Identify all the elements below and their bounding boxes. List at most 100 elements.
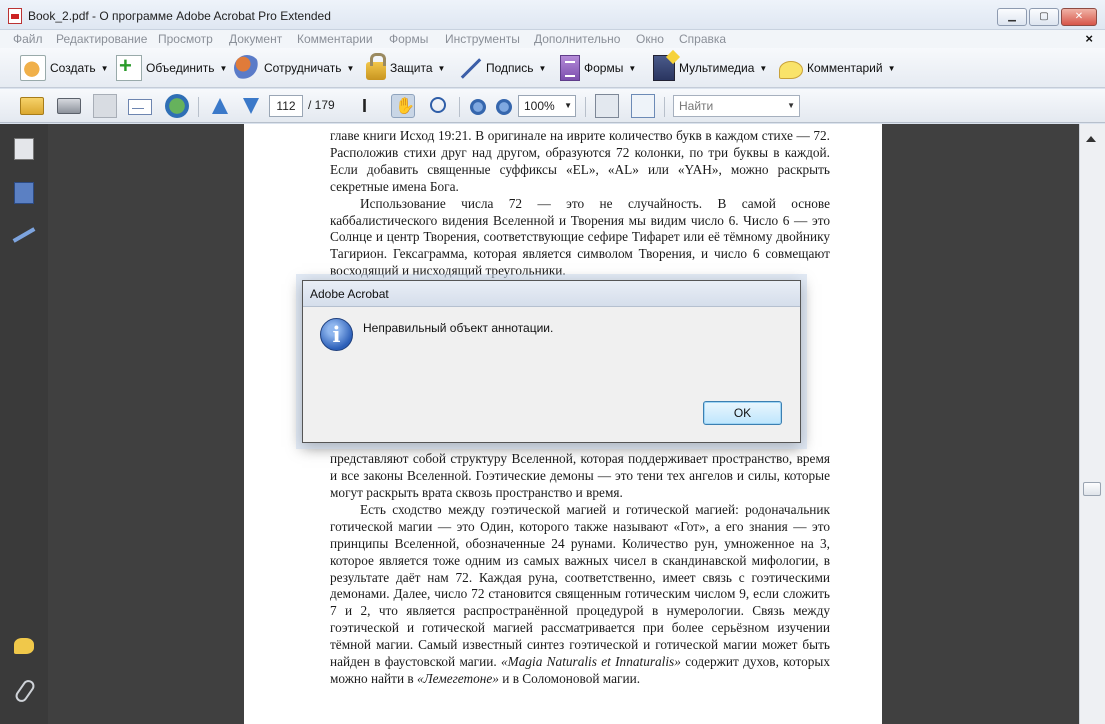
dialog-title-bar: Adobe Acrobat bbox=[303, 281, 800, 307]
paragraph: представляют собой структуру Вселенной, … bbox=[330, 451, 830, 500]
multimedia-label: Мультимедиа bbox=[679, 61, 755, 75]
scroll-up-arrow-icon[interactable] bbox=[1086, 136, 1096, 142]
sign-label: Подпись bbox=[486, 61, 534, 75]
fit-width-icon[interactable] bbox=[631, 94, 655, 118]
create-label: Создать bbox=[50, 61, 96, 75]
zoom-in-icon[interactable] bbox=[496, 99, 512, 115]
collaborate-icon bbox=[234, 55, 260, 81]
comment-label: Комментарий bbox=[807, 61, 883, 75]
toolbar-divider bbox=[664, 97, 665, 117]
menu-file[interactable]: Файл bbox=[13, 32, 43, 46]
menu-edit[interactable]: Редактирование bbox=[56, 32, 147, 46]
chevron-down-icon: ▼ bbox=[437, 63, 446, 73]
comment-button[interactable]: Комментарий ▼ bbox=[779, 54, 896, 82]
scrollbar-thumb[interactable] bbox=[1083, 482, 1101, 496]
dialog-message: Неправильный объект аннотации. bbox=[363, 321, 554, 335]
error-dialog: Adobe Acrobat Неправильный объект аннота… bbox=[302, 280, 801, 443]
info-icon bbox=[320, 318, 353, 351]
pen-icon bbox=[456, 55, 482, 81]
create-button[interactable]: Создать ▼ bbox=[20, 54, 109, 82]
minimize-button[interactable]: ▁ bbox=[997, 8, 1027, 26]
share-globe-icon[interactable] bbox=[165, 94, 189, 118]
find-search-box[interactable]: Найти ▼ bbox=[673, 95, 800, 117]
forms-label: Формы bbox=[584, 61, 624, 75]
form-icon bbox=[560, 55, 580, 81]
comments-panel-icon[interactable] bbox=[14, 638, 34, 654]
page-number-input[interactable]: 112 bbox=[269, 95, 303, 117]
ok-button[interactable]: OK bbox=[703, 401, 782, 425]
hand-tool-icon[interactable] bbox=[391, 94, 415, 118]
window-title-bar: Book_2.pdf - О программе Adobe Acrobat P… bbox=[0, 0, 1105, 30]
previous-page-arrow-icon[interactable] bbox=[208, 94, 232, 118]
pdf-file-icon bbox=[8, 8, 22, 24]
menu-bar: Файл Редактирование Просмотр Документ Ко… bbox=[0, 30, 1105, 48]
printer-icon[interactable] bbox=[57, 98, 81, 114]
paragraph: Есть сходство между гоэтической магией и… bbox=[330, 502, 830, 688]
chevron-down-icon: ▼ bbox=[564, 101, 572, 110]
combine-icon bbox=[116, 53, 142, 81]
close-document-icon[interactable]: × bbox=[1085, 31, 1093, 46]
speech-bubble-icon bbox=[779, 61, 803, 79]
menu-advanced[interactable]: Дополнительно bbox=[534, 32, 620, 46]
multimedia-button[interactable]: Мультимедиа ▼ bbox=[653, 54, 767, 82]
vertical-scrollbar[interactable] bbox=[1079, 124, 1105, 724]
chevron-down-icon: ▼ bbox=[538, 63, 547, 73]
combine-button[interactable]: Объединить ▼ bbox=[116, 53, 228, 82]
next-page-arrow-icon[interactable] bbox=[239, 94, 263, 118]
collaborate-label: Сотрудничать bbox=[264, 61, 342, 75]
nav-tools-anchor bbox=[0, 89, 665, 118]
zoom-level-value: 100% bbox=[524, 99, 555, 113]
tasks-toolbar: Создать ▼ Объединить ▼ Сотрудничать ▼ За… bbox=[0, 48, 1105, 88]
collaborate-button[interactable]: Сотрудничать ▼ bbox=[234, 54, 354, 82]
chevron-down-icon: ▼ bbox=[219, 63, 228, 73]
zoom-out-icon[interactable] bbox=[470, 99, 486, 115]
toolbar-divider bbox=[459, 97, 460, 117]
menu-comments[interactable]: Комментарии bbox=[297, 32, 373, 46]
create-icon bbox=[20, 55, 46, 81]
navigation-panel bbox=[0, 124, 48, 724]
paragraph: Использование числа 72 — это не случайно… bbox=[330, 195, 830, 279]
secure-label: Защита bbox=[390, 61, 433, 75]
maximize-button[interactable]: ▢ bbox=[1029, 8, 1059, 26]
menu-document[interactable]: Документ bbox=[229, 32, 282, 46]
window-title: Book_2.pdf - О программе Adobe Acrobat P… bbox=[28, 9, 331, 23]
pages-panel-icon[interactable] bbox=[14, 138, 34, 160]
menu-forms[interactable]: Формы bbox=[389, 32, 428, 46]
multimedia-icon bbox=[653, 55, 675, 81]
chevron-down-icon: ▼ bbox=[787, 101, 795, 110]
chevron-down-icon: ▼ bbox=[628, 63, 637, 73]
close-window-button[interactable]: ✕ bbox=[1061, 8, 1097, 26]
forms-button[interactable]: Формы ▼ bbox=[560, 54, 636, 82]
sign-button[interactable]: Подпись ▼ bbox=[456, 54, 546, 82]
lock-icon bbox=[366, 53, 386, 80]
bookmarks-panel-icon[interactable] bbox=[14, 182, 34, 204]
paragraph-text: Есть сходство между гоэтической магией и… bbox=[330, 501, 830, 670]
attachment-paperclip-icon[interactable] bbox=[14, 679, 34, 701]
toolbar-divider bbox=[198, 97, 199, 117]
paragraph: главе книги Исход 19:21. В оригинале на … bbox=[330, 128, 830, 194]
toolbar-divider bbox=[585, 97, 586, 117]
italic-book-title: «Magia Naturalis et Innaturalis» bbox=[501, 654, 681, 670]
paragraph-text: и в Соломоновой магии. bbox=[502, 670, 641, 686]
page-total: / 179 bbox=[308, 98, 335, 112]
chevron-down-icon: ▼ bbox=[100, 63, 109, 73]
signatures-panel-icon[interactable] bbox=[14, 225, 34, 247]
text-select-cursor-icon[interactable] bbox=[356, 94, 380, 118]
chevron-down-icon: ▼ bbox=[759, 63, 768, 73]
menu-window[interactable]: Окно bbox=[636, 32, 664, 46]
dialog-title: Adobe Acrobat bbox=[310, 287, 389, 301]
zoom-level-select[interactable]: 100% ▼ bbox=[518, 95, 576, 117]
chevron-down-icon: ▼ bbox=[887, 63, 896, 73]
email-icon[interactable] bbox=[128, 99, 152, 115]
menu-tools[interactable]: Инструменты bbox=[445, 32, 520, 46]
chevron-down-icon: ▼ bbox=[346, 63, 355, 73]
folder-open-icon[interactable] bbox=[20, 97, 44, 115]
secure-button[interactable]: Защита ▼ bbox=[366, 53, 446, 82]
save-disk-icon[interactable] bbox=[93, 94, 117, 118]
fit-page-icon[interactable] bbox=[595, 94, 619, 118]
zoom-tool-icon[interactable] bbox=[426, 94, 450, 118]
italic-book-title: «Лемегетоне» bbox=[417, 670, 499, 686]
combine-label: Объединить bbox=[146, 61, 215, 75]
menu-help[interactable]: Справка bbox=[679, 32, 726, 46]
menu-view[interactable]: Просмотр bbox=[158, 32, 213, 46]
